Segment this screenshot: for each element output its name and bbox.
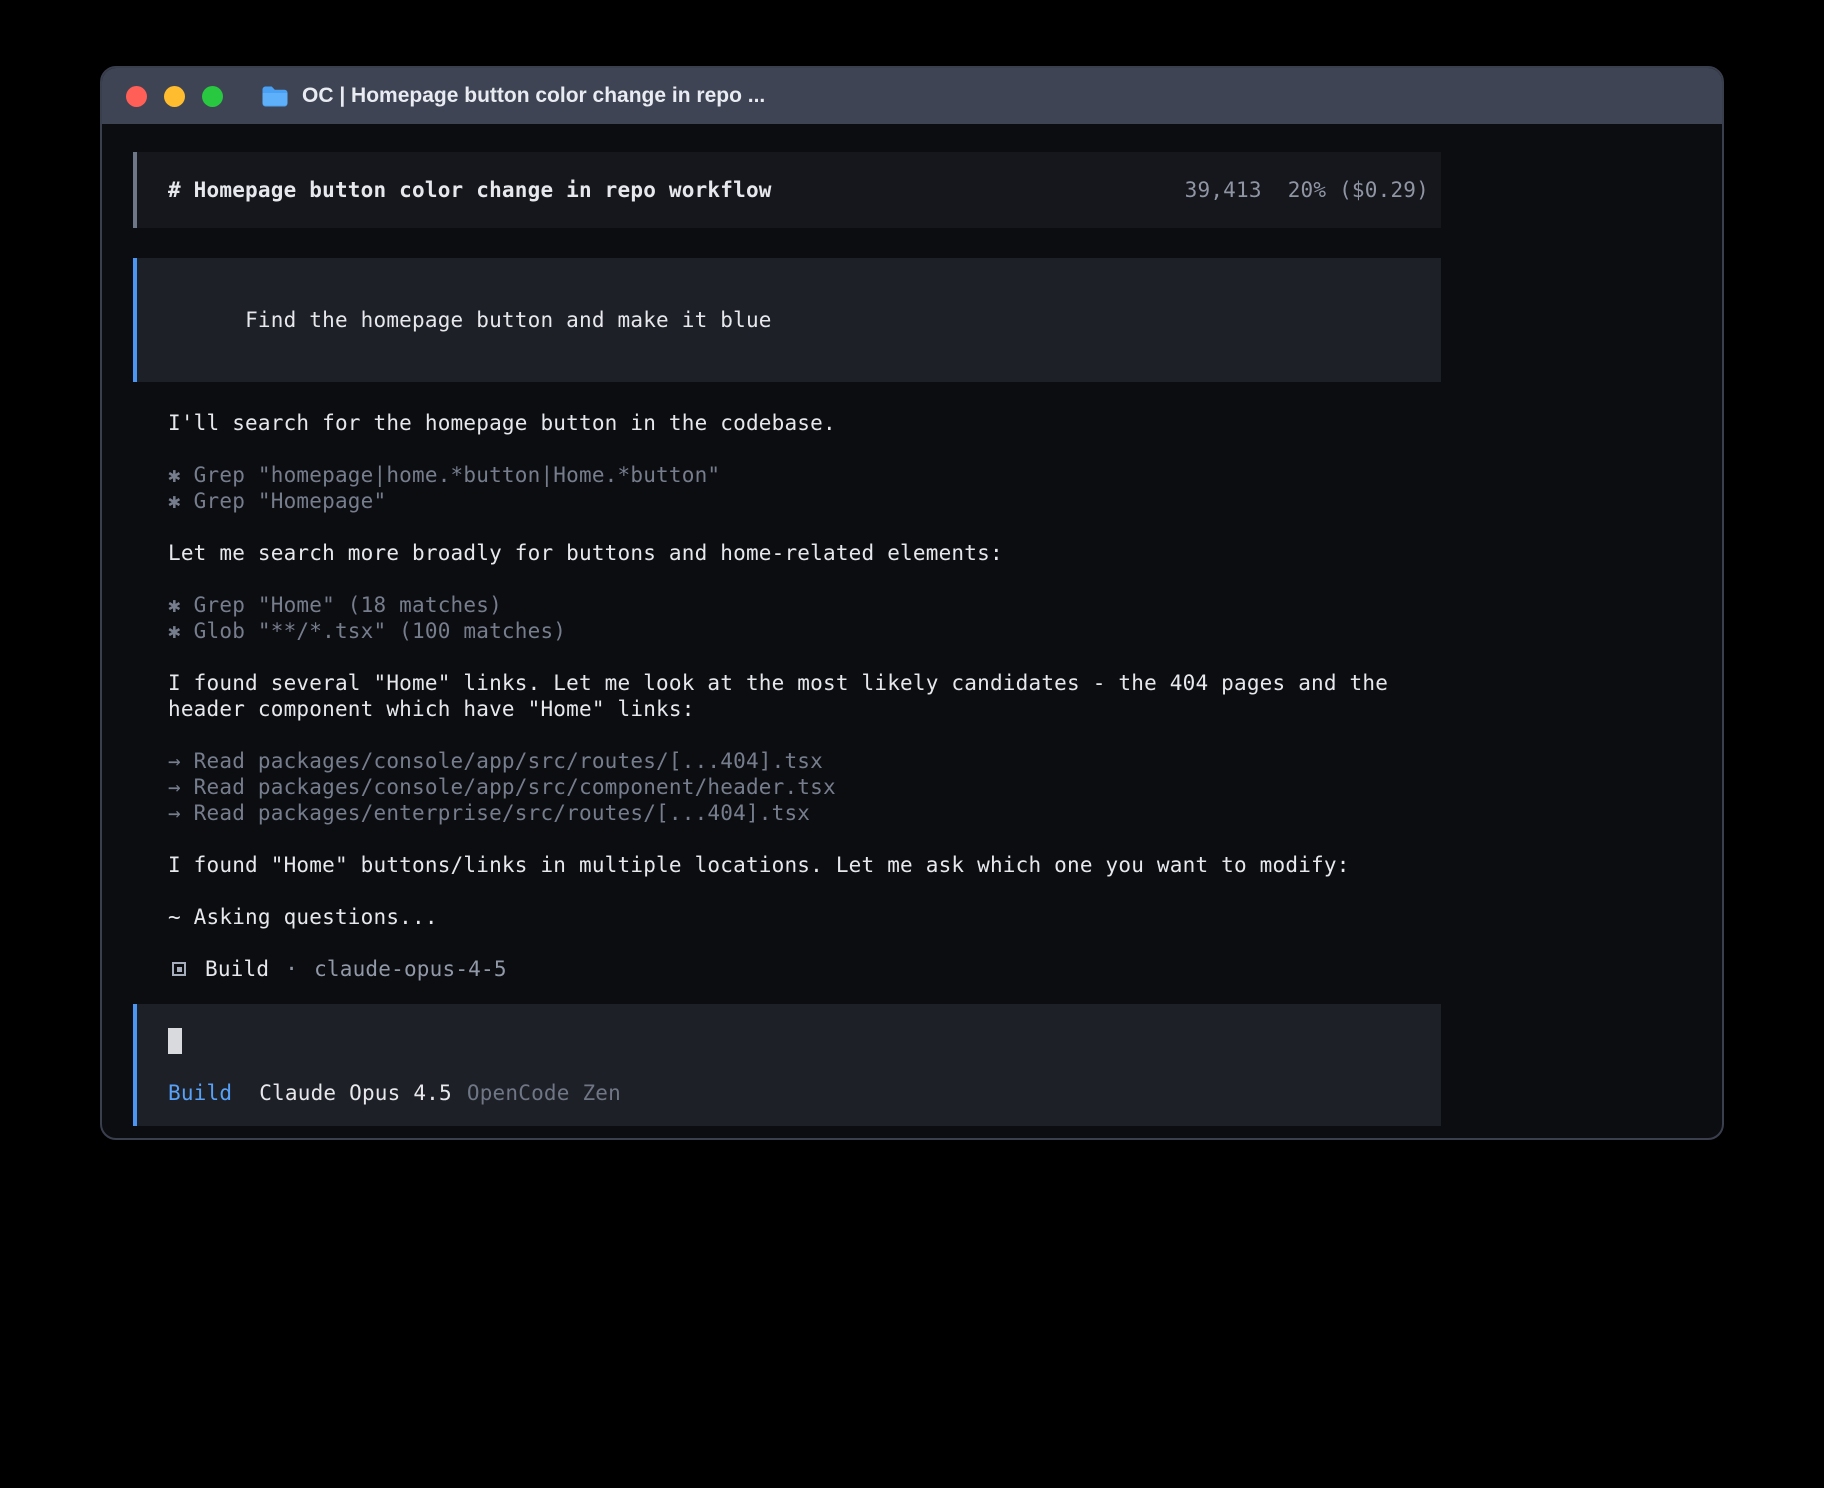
transcript-line: I'll search for the homepage button in t…	[168, 410, 1441, 436]
esc-shortcut: esc interrupt	[306, 1138, 473, 1140]
window-title: OC | Homepage button color change in rep…	[302, 84, 765, 108]
transcript-line	[168, 514, 1441, 540]
input-status-line: Build Claude Opus 4.5 OpenCode Zen	[168, 1080, 1429, 1106]
transcript-line: ~ Asking questions...	[168, 904, 1441, 930]
esc-key: esc	[306, 1138, 345, 1140]
transcript-line	[168, 436, 1441, 462]
shortcut-label: agents	[1173, 1138, 1250, 1140]
traffic-lights	[126, 86, 223, 107]
prompt-input[interactable]: Build Claude Opus 4.5 OpenCode Zen	[133, 1004, 1441, 1126]
token-count: 39,413	[1185, 177, 1262, 203]
transcript-line	[168, 566, 1441, 592]
shortcut-key: ctrl+p	[1279, 1138, 1356, 1140]
status-bar: esc interrupt ctrl+t variants tab agents	[173, 1138, 1472, 1140]
user-message: Find the homepage button and make it blu…	[133, 258, 1441, 382]
shortcut-key: ctrl+t	[900, 1138, 977, 1140]
esc-label: interrupt	[358, 1138, 474, 1140]
minimize-button[interactable]	[164, 86, 185, 107]
window-titlebar[interactable]: OC | Homepage button color change in rep…	[102, 68, 1722, 124]
transcript-line: → Read packages/enterprise/src/routes/[.…	[168, 800, 1441, 826]
shortcut-item: ctrl+p commands	[1279, 1138, 1472, 1140]
terminal-content[interactable]: # Homepage button color change in repo w…	[102, 124, 1441, 1140]
transcript-line	[168, 722, 1441, 748]
shortcut-key: tab	[1122, 1138, 1161, 1140]
session-header: # Homepage button color change in repo w…	[133, 152, 1441, 228]
shortcut-label: commands	[1369, 1138, 1472, 1140]
transcript-line: → Read packages/console/app/src/routes/[…	[168, 748, 1441, 774]
shortcut-item: tab agents	[1122, 1138, 1251, 1140]
transcript-line: → Read packages/console/app/src/componen…	[168, 774, 1441, 800]
session-stats: 39,413 20% ($0.29)	[1185, 177, 1429, 203]
transcript-line: ✱ Glob "**/*.tsx" (100 matches)	[168, 618, 1441, 644]
agent-separator: ·	[285, 956, 298, 982]
transcript: I'll search for the homepage button in t…	[168, 410, 1441, 956]
transcript-line: header component which have "Home" links…	[168, 696, 1441, 722]
agent-status-line: Build · claude-opus-4-5	[168, 956, 1441, 982]
transcript-line	[168, 878, 1441, 904]
transcript-line: ✱ Grep "Home" (18 matches)	[168, 592, 1441, 618]
text-cursor	[168, 1028, 182, 1054]
transcript-line	[168, 644, 1441, 670]
context-usage: 20% ($0.29)	[1288, 177, 1429, 203]
shortcut-list: ctrl+t variants tab agents ctrl+p comman…	[900, 1138, 1472, 1140]
session-title: # Homepage button color change in repo w…	[168, 177, 772, 203]
transcript-line: ✱ Grep "homepage|home.*button|Home.*butt…	[168, 462, 1441, 488]
transcript-line: I found "Home" buttons/links in multiple…	[168, 852, 1441, 878]
agent-name: Build	[205, 956, 269, 982]
agent-model: claude-opus-4-5	[314, 956, 507, 982]
agent-icon	[172, 962, 186, 976]
terminal-window: OC | Homepage button color change in rep…	[100, 66, 1724, 1140]
agent-mode-label: Build	[168, 1080, 232, 1106]
model-label: Claude Opus 4.5	[259, 1080, 452, 1106]
transcript-line	[168, 826, 1441, 852]
close-button[interactable]	[126, 86, 147, 107]
provider-label: OpenCode Zen	[467, 1080, 621, 1106]
transcript-line: Let me search more broadly for buttons a…	[168, 540, 1441, 566]
transcript-line: I found several "Home" links. Let me loo…	[168, 670, 1441, 696]
transcript-line: ✱ Grep "Homepage"	[168, 488, 1441, 514]
folder-icon	[261, 85, 289, 107]
shortcut-label: variants	[990, 1138, 1093, 1140]
transcript-line	[168, 930, 1441, 956]
user-message-text: Find the homepage button and make it blu…	[245, 308, 772, 332]
zoom-button[interactable]	[202, 86, 223, 107]
shortcut-item: ctrl+t variants	[900, 1138, 1093, 1140]
